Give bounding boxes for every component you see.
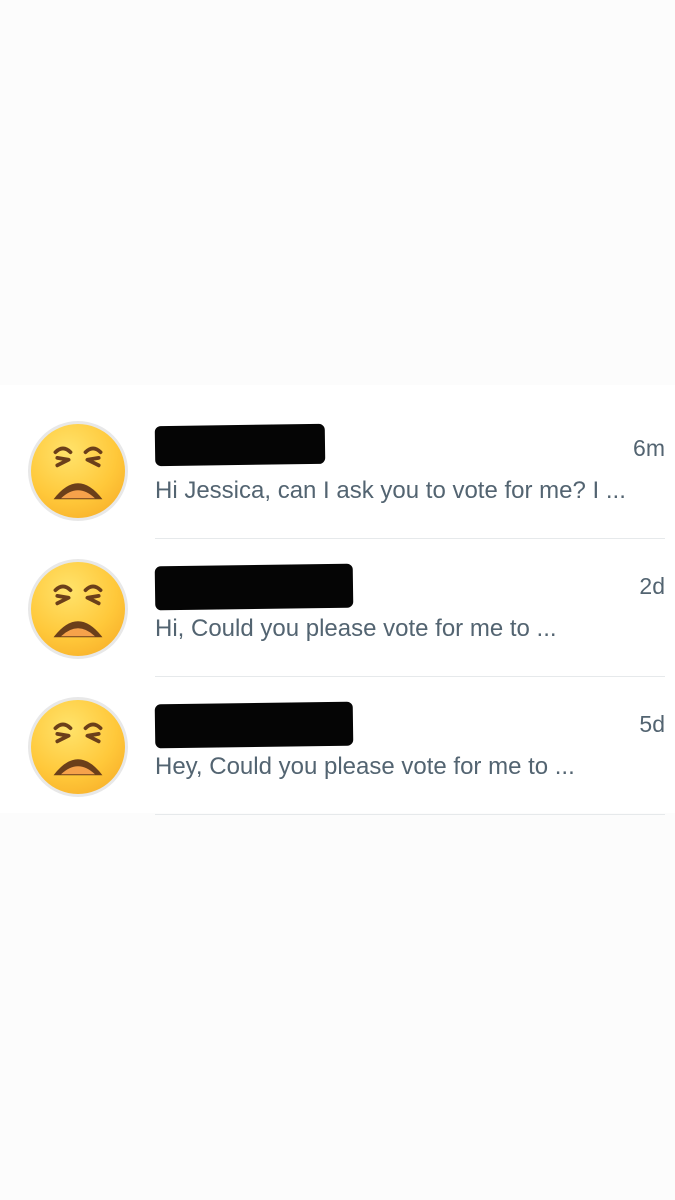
weary-face-emoji-icon: [31, 700, 125, 794]
message-timestamp: 6m: [633, 435, 665, 461]
avatar[interactable]: [28, 697, 128, 797]
redacted-username: [154, 701, 354, 749]
conversation-row[interactable]: 5d Hey, Could you please vote for me to …: [0, 677, 675, 815]
blank-header-area: [0, 0, 675, 385]
conversation-row[interactable]: 2d Hi, Could you please vote for me to .…: [0, 539, 675, 677]
avatar[interactable]: [28, 559, 128, 659]
conversation-list: 6m Hi Jessica, can I ask you to vote for…: [0, 385, 675, 815]
row-divider: [155, 814, 665, 815]
conversation-row[interactable]: 6m Hi Jessica, can I ask you to vote for…: [0, 401, 675, 539]
message-timestamp: 5d: [639, 711, 665, 737]
redacted-username: [154, 563, 354, 611]
message-preview: Hey, Could you please vote for me to ...: [155, 753, 575, 780]
redacted-username: [154, 423, 326, 467]
avatar[interactable]: [28, 421, 128, 521]
weary-face-emoji-icon: [31, 562, 125, 656]
message-timestamp: 2d: [639, 573, 665, 599]
message-preview: Hi, Could you please vote for me to ...: [155, 615, 557, 642]
message-preview: Hi Jessica, can I ask you to vote for me…: [155, 477, 626, 504]
weary-face-emoji-icon: [31, 424, 125, 518]
